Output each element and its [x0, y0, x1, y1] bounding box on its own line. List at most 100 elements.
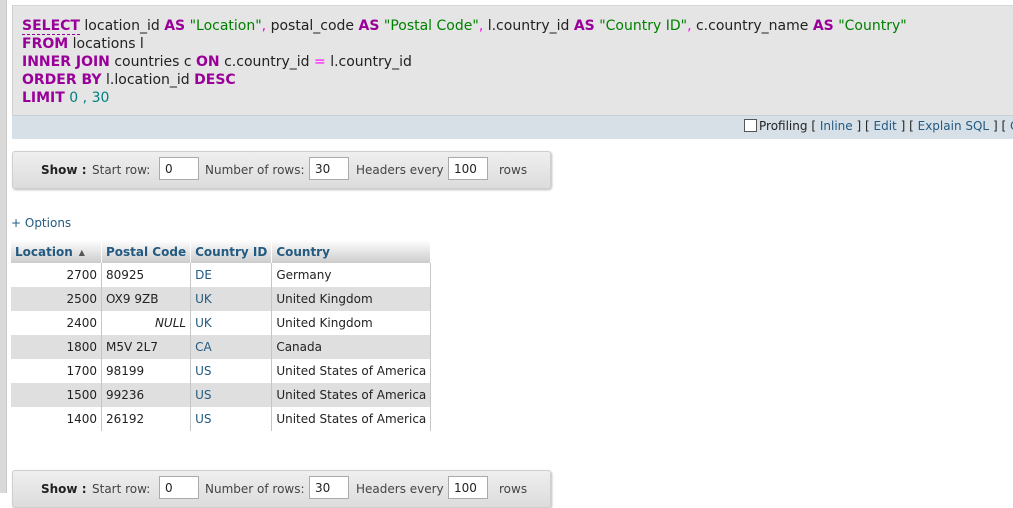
sql-text: c.country_name [695, 18, 809, 34]
location-cell: 2400 [11, 311, 102, 335]
start-row-label: Start row: [92, 482, 151, 496]
sql-keyword[interactable]: SELECT [22, 18, 80, 35]
location-cell: 2500 [11, 287, 102, 311]
postal-code-cell: 26192 [101, 407, 192, 431]
sql-text: location_id [84, 18, 160, 34]
country-id-link[interactable]: US [190, 359, 273, 383]
sql-keyword: LIMIT [22, 90, 65, 106]
location-cell: 1500 [11, 383, 102, 407]
country-cell: United Kingdom [271, 311, 432, 335]
edit-link[interactable]: Edit [874, 119, 897, 133]
toolbar-links: Profiling [ Inline ] [ Edit ] [ Explain … [744, 119, 1013, 133]
sort-ascending-icon[interactable]: ▲ [79, 248, 85, 257]
country-id-link[interactable]: US [190, 407, 273, 431]
table-row: 2700 80925 DE Germany [11, 263, 432, 287]
explain-sql-link[interactable]: Explain SQL [918, 119, 990, 133]
headers-every-label: Headers every [356, 163, 444, 177]
sql-string: "Location" [189, 18, 262, 34]
country-cell: Germany [271, 263, 432, 287]
show-label: Show : [41, 163, 87, 177]
sql-keyword: AS [573, 18, 595, 34]
location-cell: 1700 [11, 359, 102, 383]
sql-text: countries c [114, 54, 192, 70]
sql-text: c.country_id [224, 54, 310, 70]
headers-every-label: Headers every [356, 482, 444, 496]
headers-every-input[interactable]: 100 [448, 157, 488, 180]
country-cell: United States of America [271, 383, 432, 407]
sql-keyword: DESC [194, 72, 236, 88]
bracket: [ [865, 119, 870, 133]
left-frame-border [0, 0, 7, 493]
country-id-link[interactable]: DE [190, 263, 273, 287]
sql-keyword: ORDER BY [22, 72, 102, 88]
bracket: ] [900, 119, 906, 133]
results-table: Location ▲ Postal Code Country ID Country… [11, 240, 432, 431]
postal-code-cell: 80925 [101, 263, 192, 287]
location-cell: 1800 [11, 335, 102, 359]
postal-code-cell: OX9 9ZB [101, 287, 192, 311]
postal-code-null-cell: NULL [101, 311, 192, 335]
sql-text: locations l [72, 36, 144, 52]
number-of-rows-input[interactable]: 30 [309, 476, 349, 499]
sql-punct: = [314, 54, 326, 70]
bracket: ] [992, 119, 998, 133]
column-header-country-id[interactable]: Country ID [190, 240, 273, 263]
start-row-input[interactable]: 0 [159, 157, 199, 180]
postal-code-cell: M5V 2L7 [101, 335, 192, 359]
country-id-link[interactable]: UK [190, 287, 273, 311]
headers-every-input[interactable]: 100 [448, 476, 488, 499]
sql-text: l.country_id [330, 54, 412, 70]
sql-keyword: AS [358, 18, 380, 34]
options-link[interactable]: + Options [11, 216, 71, 230]
inline-edit-link[interactable]: Inline [820, 119, 853, 133]
country-cell: United Kingdom [271, 287, 432, 311]
rows-suffix-label: rows [499, 482, 528, 496]
number-of-rows-input[interactable]: 30 [309, 157, 349, 180]
profiling-checkbox[interactable] [744, 119, 757, 132]
number-of-rows-label: Number of rows: [205, 482, 305, 496]
sql-string: "Country" [838, 18, 907, 34]
country-id-link[interactable]: US [190, 383, 273, 407]
sql-text: postal_code [270, 18, 355, 34]
sql-keyword: AS [164, 18, 186, 34]
column-header-label: Location [15, 244, 73, 259]
sql-punct: , [261, 18, 267, 34]
sql-string: "Country ID" [599, 18, 688, 34]
sql-string: "Postal Code" [383, 18, 479, 34]
country-id-link[interactable]: UK [190, 311, 273, 335]
country-cell: United States of America [271, 359, 432, 383]
country-cell: Canada [271, 335, 432, 359]
sql-text: l.country_id [487, 18, 570, 34]
show-label: Show : [41, 482, 87, 496]
country-id-link[interactable]: CA [190, 335, 273, 359]
sql-code: SELECT location_id AS "Location", postal… [22, 17, 907, 107]
table-row: 2400 NULL UK United Kingdom [11, 311, 432, 335]
bracket: ] [856, 119, 862, 133]
sql-keyword: FROM [22, 36, 69, 52]
column-header-postal-code[interactable]: Postal Code [101, 240, 192, 263]
table-row: 1400 26192 US United States of America [11, 407, 432, 431]
start-row-input[interactable]: 0 [159, 476, 199, 499]
navigation-bar-top: Show : Start row: 0 Number of rows: 30 H… [12, 151, 551, 189]
sql-text: l.location_id [106, 72, 190, 88]
navigation-bar-bottom: Show : Start row: 0 Number of rows: 30 H… [12, 470, 551, 508]
rows-suffix-label: rows [499, 163, 528, 177]
location-cell: 1400 [11, 407, 102, 431]
sql-query-box: SELECT location_id AS "Location", postal… [12, 5, 1013, 116]
sql-keyword: INNER JOIN [22, 54, 110, 70]
sql-punct: , [687, 18, 692, 34]
country-cell: United States of America [271, 407, 432, 431]
table-row: 1800 M5V 2L7 CA Canada [11, 335, 432, 359]
location-cell: 2700 [11, 263, 102, 287]
postal-code-cell: 98199 [101, 359, 192, 383]
profiling-label[interactable]: Profiling [759, 119, 808, 133]
bracket: [ [811, 119, 817, 133]
sql-number: 0 [69, 90, 79, 106]
bracket: [ [1001, 119, 1007, 133]
bracket: [ [909, 119, 914, 133]
table-row: 1700 98199 US United States of America [11, 359, 432, 383]
column-header-country[interactable]: Country [271, 240, 432, 263]
column-header-location[interactable]: Location ▲ [11, 240, 102, 263]
sql-keyword: AS [812, 18, 834, 34]
start-row-label: Start row: [92, 163, 151, 177]
